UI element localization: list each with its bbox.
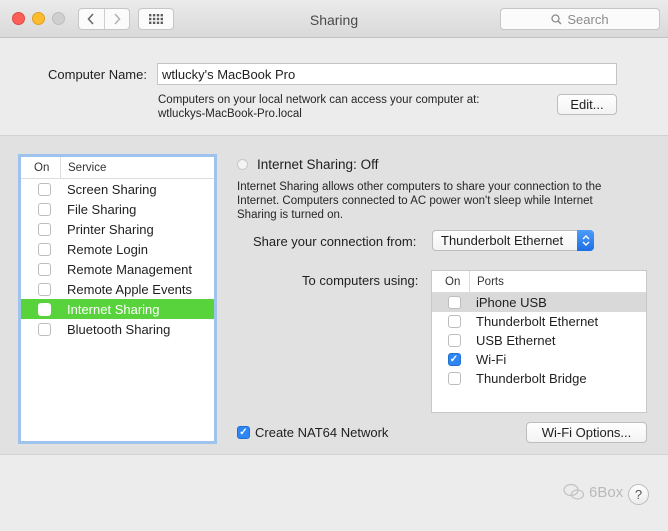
service-label: Bluetooth Sharing [67, 321, 171, 337]
service-row[interactable]: Remote Management [21, 259, 214, 279]
share-from-popup[interactable]: Thunderbolt Ethernet [432, 230, 594, 251]
port-checkbox[interactable] [447, 334, 461, 347]
service-row[interactable]: Internet Sharing [21, 299, 214, 319]
wifi-options-button[interactable]: Wi-Fi Options... [526, 422, 647, 443]
service-checkbox[interactable] [37, 242, 51, 256]
service-list[interactable]: On Service Screen Sharing File Sharing Pri… [18, 154, 217, 444]
port-checkbox[interactable] [447, 315, 461, 328]
service-label: Remote Apple Events [67, 281, 193, 297]
status-indicator-icon [237, 159, 248, 170]
service-row[interactable]: Remote Apple Events [21, 279, 214, 299]
service-checkbox-cell [21, 242, 67, 256]
port-checkbox-cell [432, 296, 476, 309]
port-label: Wi-Fi [476, 352, 507, 367]
port-checkbox[interactable] [447, 296, 461, 309]
service-checkbox[interactable] [37, 282, 51, 296]
service-checkbox[interactable] [37, 182, 51, 196]
nat64-label[interactable]: Create NAT64 Network [255, 425, 388, 440]
ports-column-header-on[interactable]: On [432, 271, 470, 292]
share-from-label: Share your connection from: [253, 234, 417, 249]
port-checkbox-cell [432, 334, 476, 347]
local-address-note: Computers on your local network can acce… [158, 93, 480, 121]
port-checkbox[interactable]: ✓ [447, 353, 461, 366]
ports-list-header: On Ports [432, 271, 646, 293]
port-row[interactable]: iPhone USB [432, 293, 646, 312]
ports-column-header-ports[interactable]: Ports [470, 276, 504, 288]
popup-arrows-icon [577, 230, 594, 251]
port-label: Thunderbolt Ethernet [476, 314, 599, 329]
service-checkbox-cell [21, 202, 67, 216]
service-checkbox-cell [21, 322, 67, 336]
service-label: Internet Sharing [67, 301, 160, 317]
port-row[interactable]: Thunderbolt Bridge [432, 369, 646, 388]
service-checkbox-cell [21, 282, 67, 296]
service-label: Remote Management [67, 261, 193, 277]
local-hostname: wtluckys-MacBook-Pro.local [158, 108, 302, 120]
service-list-header: On Service [21, 157, 214, 179]
watermark: 6Box [563, 483, 623, 501]
service-checkbox[interactable] [37, 302, 51, 316]
port-label: USB Ethernet [476, 333, 556, 348]
port-row[interactable]: ✓ Wi-Fi [432, 350, 646, 369]
service-row[interactable]: File Sharing [21, 199, 214, 219]
to-computers-label: To computers using: [302, 273, 419, 288]
ports-list[interactable]: On Ports iPhone USB Thunderbolt Ethernet U… [431, 270, 647, 413]
port-rows: iPhone USB Thunderbolt Ethernet USB Ethern… [432, 293, 646, 388]
service-row[interactable]: Screen Sharing [21, 179, 214, 199]
service-checkbox[interactable] [37, 202, 51, 216]
column-header-service[interactable]: Service [61, 162, 106, 174]
service-status-title: Internet Sharing: Off [257, 157, 379, 172]
service-row[interactable]: Printer Sharing [21, 219, 214, 239]
service-label: Printer Sharing [67, 221, 154, 237]
wechat-icon [563, 483, 585, 500]
service-checkbox[interactable] [37, 322, 51, 336]
service-rows: Screen Sharing File Sharing Printer Sharin… [21, 179, 214, 339]
service-checkbox-cell [21, 302, 67, 316]
port-checkbox-cell [432, 372, 476, 385]
edit-hostname-button[interactable]: Edit... [557, 94, 617, 115]
help-button[interactable]: ? [628, 484, 649, 505]
port-row[interactable]: USB Ethernet [432, 331, 646, 350]
port-label: Thunderbolt Bridge [476, 371, 587, 386]
computer-name-label: Computer Name: [48, 67, 147, 82]
title-bar: Sharing Search [0, 0, 668, 38]
search-icon [551, 13, 562, 24]
service-row[interactable]: Bluetooth Sharing [21, 319, 214, 339]
port-checkbox[interactable] [447, 372, 461, 385]
service-checkbox[interactable] [37, 262, 51, 276]
port-row[interactable]: Thunderbolt Ethernet [432, 312, 646, 331]
column-header-on[interactable]: On [21, 157, 61, 178]
service-checkbox-cell [21, 262, 67, 276]
service-checkbox-cell [21, 182, 67, 196]
service-label: Screen Sharing [67, 181, 157, 197]
search-field[interactable]: Search [500, 8, 660, 30]
service-row[interactable]: Remote Login [21, 239, 214, 259]
port-checkbox-cell [432, 315, 476, 328]
service-label: File Sharing [67, 201, 137, 217]
watermark-text: 6Box [589, 483, 624, 501]
service-checkbox[interactable] [37, 222, 51, 236]
search-placeholder: Search [567, 11, 609, 27]
service-label: Remote Login [67, 241, 148, 257]
service-description: Internet Sharing allows other computers … [237, 181, 602, 221]
share-from-value: Thunderbolt Ethernet [441, 233, 564, 248]
port-checkbox-cell: ✓ [432, 353, 476, 366]
computer-name-field[interactable]: wtlucky's MacBook Pro [157, 63, 617, 85]
local-address-note-line1: Computers on your local network can acce… [158, 94, 480, 106]
nat64-checkbox[interactable]: ✓ [237, 426, 250, 439]
port-label: iPhone USB [476, 295, 547, 310]
service-checkbox-cell [21, 222, 67, 236]
